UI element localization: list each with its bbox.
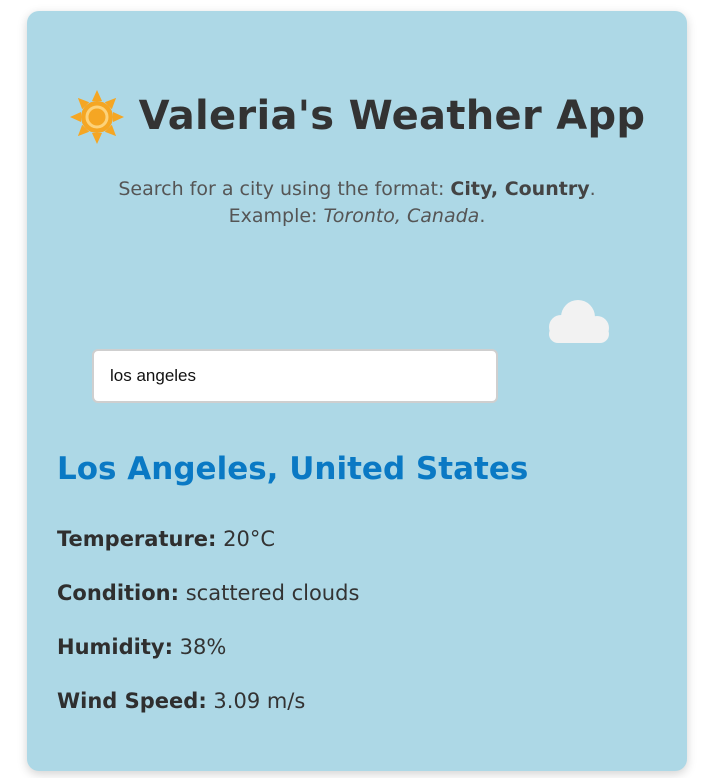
weather-card: Valeria's Weather App Search for a city … [27,11,687,771]
header: Valeria's Weather App [27,85,687,147]
temperature-stat: Temperature: 20°C [57,527,275,551]
location-heading: Los Angeles, United States [57,451,529,487]
condition-stat: Condition: scattered clouds [57,581,359,605]
stat-label: Wind Speed: [57,689,207,713]
instructions-line-2: Example: Toronto, Canada. [27,203,687,230]
stat-label: Condition: [57,581,180,605]
stat-label: Temperature: [57,527,217,551]
example-label: Example: [228,205,324,227]
instructions-line-1: Search for a city using the format: City… [27,176,687,203]
stat-value: scattered clouds [185,581,360,605]
stat-value: 20°C [223,527,276,551]
format-hint: City, Country [450,178,590,200]
example-period: . [479,205,486,227]
sun-icon [69,90,124,144]
stat-label: Humidity: [57,635,173,659]
cloud-icon [549,300,609,343]
wind-speed-stat: Wind Speed: 3.09 m/s [57,689,305,713]
stat-value: 3.09 m/s [213,689,306,713]
stat-value: 38% [179,635,227,659]
instructions-text: Search for a city using the format: [118,178,451,200]
search-instructions: Search for a city using the format: City… [27,176,687,230]
example-text: Toronto, Canada [323,205,480,227]
app-title: Valeria's Weather App [138,93,646,139]
instructions-period: . [589,178,596,200]
humidity-stat: Humidity: 38% [57,635,226,659]
city-search-input[interactable] [92,349,498,403]
